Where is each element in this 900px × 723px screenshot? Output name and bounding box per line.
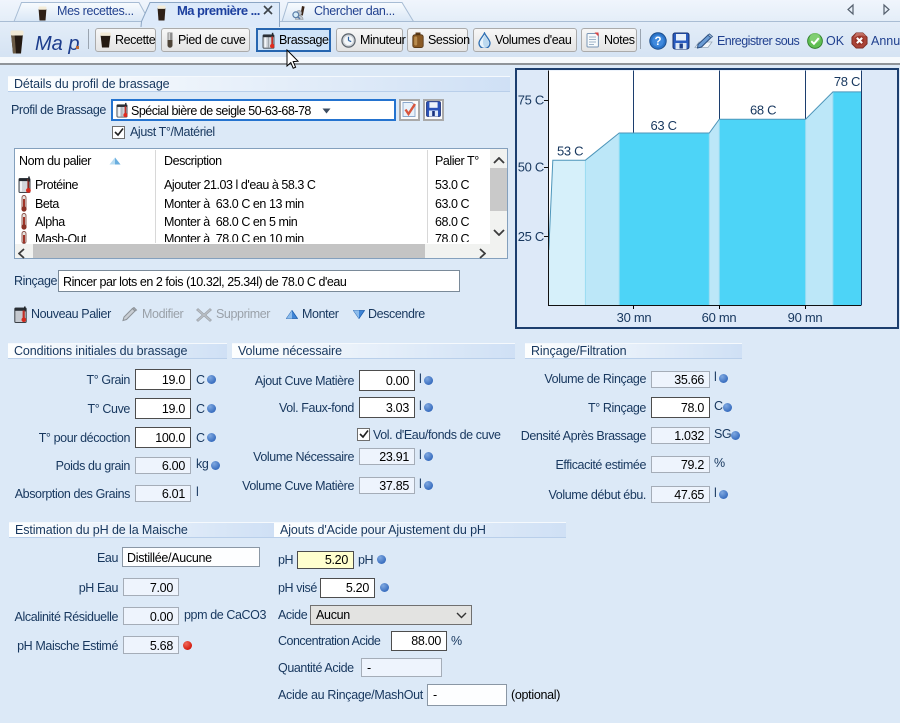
svg-text:90 mn: 90 mn bbox=[788, 310, 823, 325]
svg-text:78 C: 78 C bbox=[834, 74, 860, 89]
svg-text:75 C: 75 C bbox=[518, 93, 544, 108]
svg-text:30 mn: 30 mn bbox=[617, 310, 652, 325]
svg-text:68 C: 68 C bbox=[750, 103, 776, 118]
svg-text:?: ? bbox=[654, 36, 661, 48]
svg-text:53 C: 53 C bbox=[557, 144, 583, 159]
svg-text:25 C: 25 C bbox=[518, 229, 544, 244]
svg-text:50 C: 50 C bbox=[518, 160, 544, 175]
svg-text:60 mn: 60 mn bbox=[702, 310, 737, 325]
svg-text:63 C: 63 C bbox=[651, 118, 677, 133]
